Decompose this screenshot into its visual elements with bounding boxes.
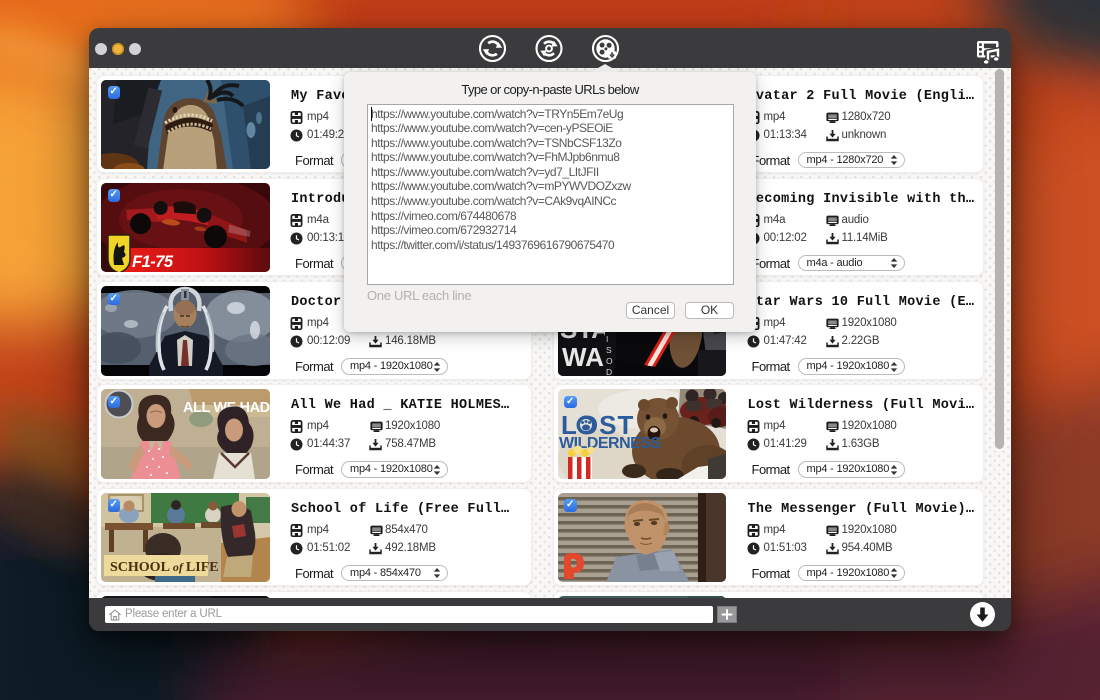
svg-text:SCHOOL of LIFE: SCHOOL of LIFE bbox=[110, 560, 219, 575]
svg-text:O: O bbox=[606, 356, 613, 366]
svg-text:F1-75: F1-75 bbox=[132, 253, 174, 271]
svg-text:I: I bbox=[606, 334, 608, 344]
svg-text:S: S bbox=[606, 345, 612, 355]
svg-text:D: D bbox=[606, 367, 612, 376]
svg-text:WA: WA bbox=[562, 342, 604, 372]
